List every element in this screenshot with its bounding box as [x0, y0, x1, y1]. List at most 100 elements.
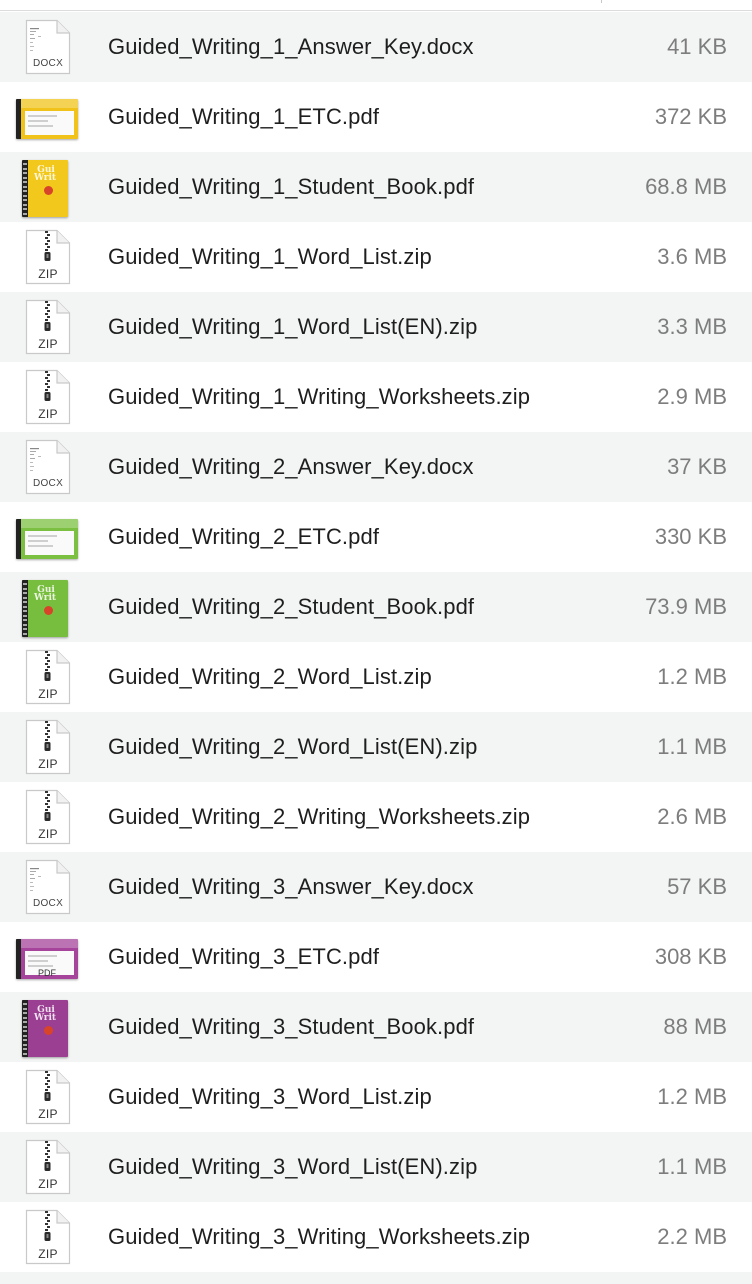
file-row[interactable]: ZIP Guided_Writing_1_Word_List.zip 3.6 MB — [0, 222, 752, 292]
file-size: 372 KB — [654, 104, 727, 129]
file-name[interactable]: Guided_Writing_1_ETC.pdf — [108, 82, 379, 152]
file-row[interactable]: Guided_Writing_1_ETC.pdf 372 KB — [0, 82, 752, 152]
zipper — [44, 721, 51, 751]
file-row[interactable]: ZIP Guided_Writing_1_Writing_Worksheets.z… — [0, 362, 752, 432]
file-name[interactable]: Guided_Writing_2_ETC.pdf — [108, 502, 379, 572]
text-lines — [30, 448, 41, 471]
cover-badge — [44, 606, 53, 615]
file-size: 41 KB — [667, 34, 727, 59]
file-size: 1.2 MB — [657, 664, 727, 689]
zip-file-icon: ZIP — [16, 787, 80, 847]
file-name[interactable]: Guided_Writing_2_Word_List(EN).zip — [108, 712, 477, 782]
file-size: 57 KB — [667, 874, 727, 899]
file-size: 88 MB — [663, 1014, 727, 1039]
file-name[interactable]: Guided_Writing_3_Writing_Worksheets.zip — [108, 1202, 530, 1272]
pdf-thumbnail: PDF — [16, 939, 78, 979]
file-size: 1.2 MB — [657, 1084, 727, 1109]
file-size: 3.6 MB — [657, 244, 727, 269]
docx-file-icon: DOCX — [16, 857, 80, 917]
column-divider — [601, 0, 602, 3]
file-name[interactable]: Guided_Writing_1_Writing_Worksheets.zip — [108, 362, 530, 432]
file-size: 37 KB — [667, 454, 727, 479]
file-type-label: DOCX — [32, 58, 64, 69]
text-lines — [30, 28, 41, 51]
zipper — [44, 371, 51, 401]
file-row[interactable]: Gui Writ Guided_Writing_1_Student_Book.pdf… — [0, 152, 752, 222]
file-row[interactable]: DOCX Guided_Writing_2_Answer_Key.docx 37 K… — [0, 432, 752, 502]
file-type-label: ZIP — [38, 827, 58, 841]
zipper — [44, 1141, 51, 1171]
file-row[interactable]: PDF Guided_Writing_3_ETC.pdf 308 KB — [0, 922, 752, 992]
cover-badge — [44, 1026, 53, 1035]
zip-file-icon: ZIP — [16, 1207, 80, 1267]
file-row[interactable]: Guided_Writing_2_ETC.pdf 330 KB — [0, 502, 752, 572]
file-row[interactable]: Gui Writ Guided_Writing_3_Student_Book.pdf… — [0, 992, 752, 1062]
file-name[interactable]: Guided_Writing_1_Word_List(EN).zip — [108, 292, 477, 362]
docx-file-icon: DOCX — [16, 17, 80, 77]
zipper — [44, 791, 51, 821]
file-row[interactable]: ZIP Guided_Writing_2_Word_List(EN).zip 1.1… — [0, 712, 752, 782]
list-header-edge — [0, 0, 752, 11]
zipper — [44, 651, 51, 681]
file-name[interactable]: Guided_Writing_1_Word_List.zip — [108, 222, 432, 292]
zipper — [44, 231, 51, 261]
zipper — [44, 1071, 51, 1101]
file-row[interactable]: DOCX Guided_Writing_3_Answer_Key.docx 57 K… — [0, 852, 752, 922]
book-cover: Gui Writ — [22, 580, 68, 637]
file-row[interactable]: ZIP Guided_Writing_3_Writing_Worksheets.z… — [0, 1202, 752, 1272]
file-name[interactable]: Guided_Writing_2_Student_Book.pdf — [108, 572, 474, 642]
file-row[interactable]: ZIP Guided_Writing_3_Word_List(EN).zip 1.1… — [0, 1132, 752, 1202]
book-cover-icon: Gui Writ — [16, 157, 80, 217]
file-size: 68.8 MB — [645, 174, 727, 199]
file-row[interactable]: DOCX Guided_Writing_1_Answer_Key.docx 41 K… — [0, 12, 752, 82]
file-size: 1.1 MB — [657, 1154, 727, 1179]
pdf-thumbnail-icon — [16, 87, 80, 147]
file-name[interactable]: Guided_Writing_3_Student_Book.pdf — [108, 992, 474, 1062]
file-size: 3.3 MB — [657, 314, 727, 339]
file-size: 308 KB — [654, 944, 727, 969]
file-type-label: ZIP — [38, 267, 58, 281]
file-type-label: DOCX — [32, 898, 64, 909]
file-type-label: DOCX — [32, 478, 64, 489]
file-name[interactable]: Guided_Writing_2_Writing_Worksheets.zip — [108, 782, 530, 852]
zip-file-icon: ZIP — [16, 1067, 80, 1127]
pdf-thumbnail — [16, 519, 78, 559]
file-row[interactable]: Gui Writ Guided_Writing_2_Student_Book.pdf… — [0, 572, 752, 642]
file-name[interactable]: Guided_Writing_1_Answer_Key.docx — [108, 12, 474, 82]
file-size: 330 KB — [654, 524, 727, 549]
file-row[interactable]: ZIP Guided_Writing_3_Word_List.zip 1.2 MB — [0, 1062, 752, 1132]
file-type-label: ZIP — [38, 757, 58, 771]
file-name[interactable]: Guided_Writing_1_Student_Book.pdf — [108, 152, 474, 222]
pdf-thumbnail — [16, 99, 78, 139]
file-name[interactable]: Guided_Writing_2_Word_List.zip — [108, 642, 432, 712]
file-type-label: ZIP — [38, 1107, 58, 1121]
docx-file-icon: DOCX — [16, 437, 80, 497]
book-cover: Gui Writ — [22, 160, 68, 217]
file-name[interactable]: Guided_Writing_2_Answer_Key.docx — [108, 432, 474, 502]
file-size: 1.1 MB — [657, 734, 727, 759]
zip-file-icon: ZIP — [16, 367, 80, 427]
cover-title-art: Gui Writ — [34, 585, 57, 603]
pdf-thumbnail-icon — [16, 507, 80, 567]
zip-file-icon: ZIP — [16, 227, 80, 287]
text-lines — [30, 868, 41, 891]
file-row[interactable]: ZIP Guided_Writing_2_Word_List.zip 1.2 MB — [0, 642, 752, 712]
file-row[interactable]: ZIP Guided_Writing_1_Word_List(EN).zip 3.3… — [0, 292, 752, 362]
book-cover: Gui Writ — [22, 1000, 68, 1057]
file-size: 2.9 MB — [657, 384, 727, 409]
zip-file-icon: ZIP — [16, 647, 80, 707]
file-type-label: ZIP — [38, 407, 58, 421]
file-type-label: PDF — [38, 968, 56, 978]
file-name[interactable]: Guided_Writing_3_Answer_Key.docx — [108, 852, 474, 922]
cover-badge — [44, 186, 53, 195]
file-size: 2.6 MB — [657, 804, 727, 829]
file-name[interactable]: Guided_Writing_3_ETC.pdf — [108, 922, 379, 992]
file-type-label: ZIP — [38, 337, 58, 351]
book-cover-icon: Gui Writ — [16, 997, 80, 1057]
zip-file-icon: ZIP — [16, 297, 80, 357]
file-name[interactable]: Guided_Writing_3_Word_List(EN).zip — [108, 1132, 477, 1202]
file-row[interactable]: ZIP Guided_Writing_2_Writing_Worksheets.z… — [0, 782, 752, 852]
cover-title-art: Gui Writ — [34, 1005, 57, 1023]
zip-file-icon: ZIP — [16, 717, 80, 777]
file-name[interactable]: Guided_Writing_3_Word_List.zip — [108, 1062, 432, 1132]
